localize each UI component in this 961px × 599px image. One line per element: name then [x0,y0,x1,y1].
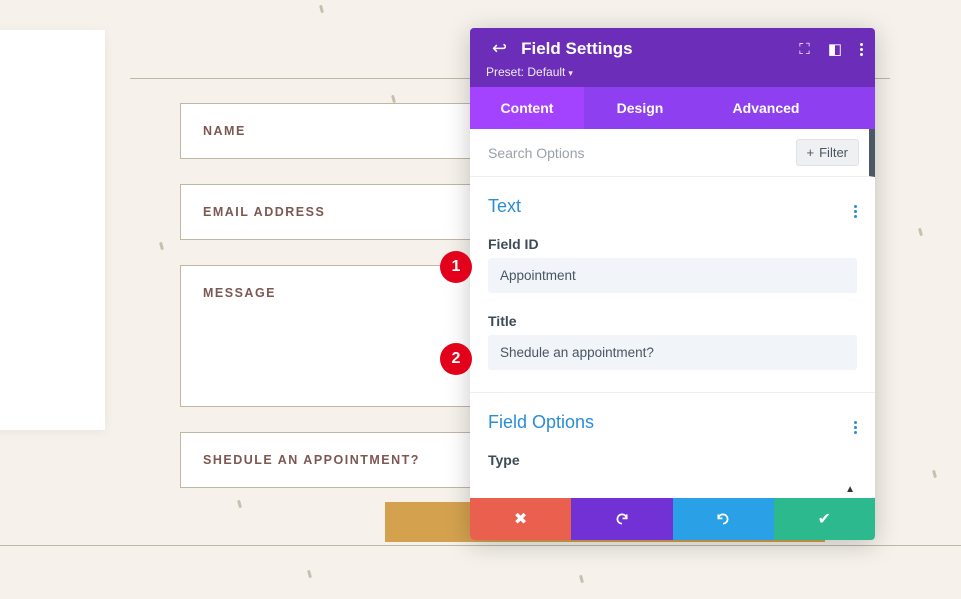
panel-header: ↩ Field Settings ⛶ ◧ Preset: Default▾ [470,28,875,87]
search-options-input[interactable]: Search Options [488,145,585,161]
section-field-options-menu-icon[interactable] [854,411,857,434]
redo-icon [716,512,730,526]
plus-icon: + [807,145,815,160]
lorem-line-1: asse nec. [0,353,85,378]
left-content-card: ge asse nec. leo. [0,30,105,430]
page-heading-fragment: ge [0,120,85,173]
divider-bottom [0,545,961,546]
panel-menu-icon[interactable] [860,43,863,56]
caret-down-icon: ▾ [568,68,573,78]
columns-icon[interactable]: ◧ [828,40,842,58]
expand-icon[interactable]: ⛶ [799,41,810,58]
panel-footer: ✖ ✔ [470,498,875,540]
tab-content[interactable]: Content [470,87,584,129]
lorem-line-2: leo. [0,378,85,403]
undo-button[interactable] [571,498,672,540]
section-text-header[interactable]: Text [470,177,875,224]
section-text-menu-icon[interactable] [854,195,857,218]
title-label: Title [470,293,875,335]
tab-design[interactable]: Design [584,87,696,129]
type-select[interactable]: ▲ [488,480,857,495]
filter-label: Filter [819,145,848,160]
triangle-up-icon: ▲ [845,484,855,495]
type-label: Type [470,440,875,474]
preset-label: Preset: Default [486,65,565,79]
field-id-input[interactable] [488,258,857,293]
email-label: EMAIL ADDRESS [203,205,325,219]
undo-icon [615,512,629,526]
panel-tabs: Content Design Advanced [470,87,875,129]
save-button[interactable]: ✔ [774,498,875,540]
tab-advanced[interactable]: Advanced [696,87,836,129]
title-input[interactable] [488,335,857,370]
redo-button[interactable] [673,498,774,540]
filter-button[interactable]: + Filter [796,139,859,166]
search-row: Search Options + Filter [470,129,875,177]
back-icon[interactable]: ↩ [492,38,507,59]
field-settings-panel: ↩ Field Settings ⛶ ◧ Preset: Default▾ Co… [470,28,875,540]
section-text-title: Text [488,196,521,217]
section-field-options-title: Field Options [488,412,594,433]
message-label: MESSAGE [203,286,276,300]
cancel-button[interactable]: ✖ [470,498,571,540]
panel-title: Field Settings [521,39,632,59]
preset-selector[interactable]: Preset: Default▾ [486,65,859,79]
section-field-options-header[interactable]: Field Options [470,393,875,440]
panel-body: Text Field ID Title Field Options Type ▲ [470,177,875,498]
appointment-label: SHEDULE AN APPOINTMENT? [203,453,420,467]
name-label: NAME [203,124,246,138]
field-id-label: Field ID [470,224,875,258]
